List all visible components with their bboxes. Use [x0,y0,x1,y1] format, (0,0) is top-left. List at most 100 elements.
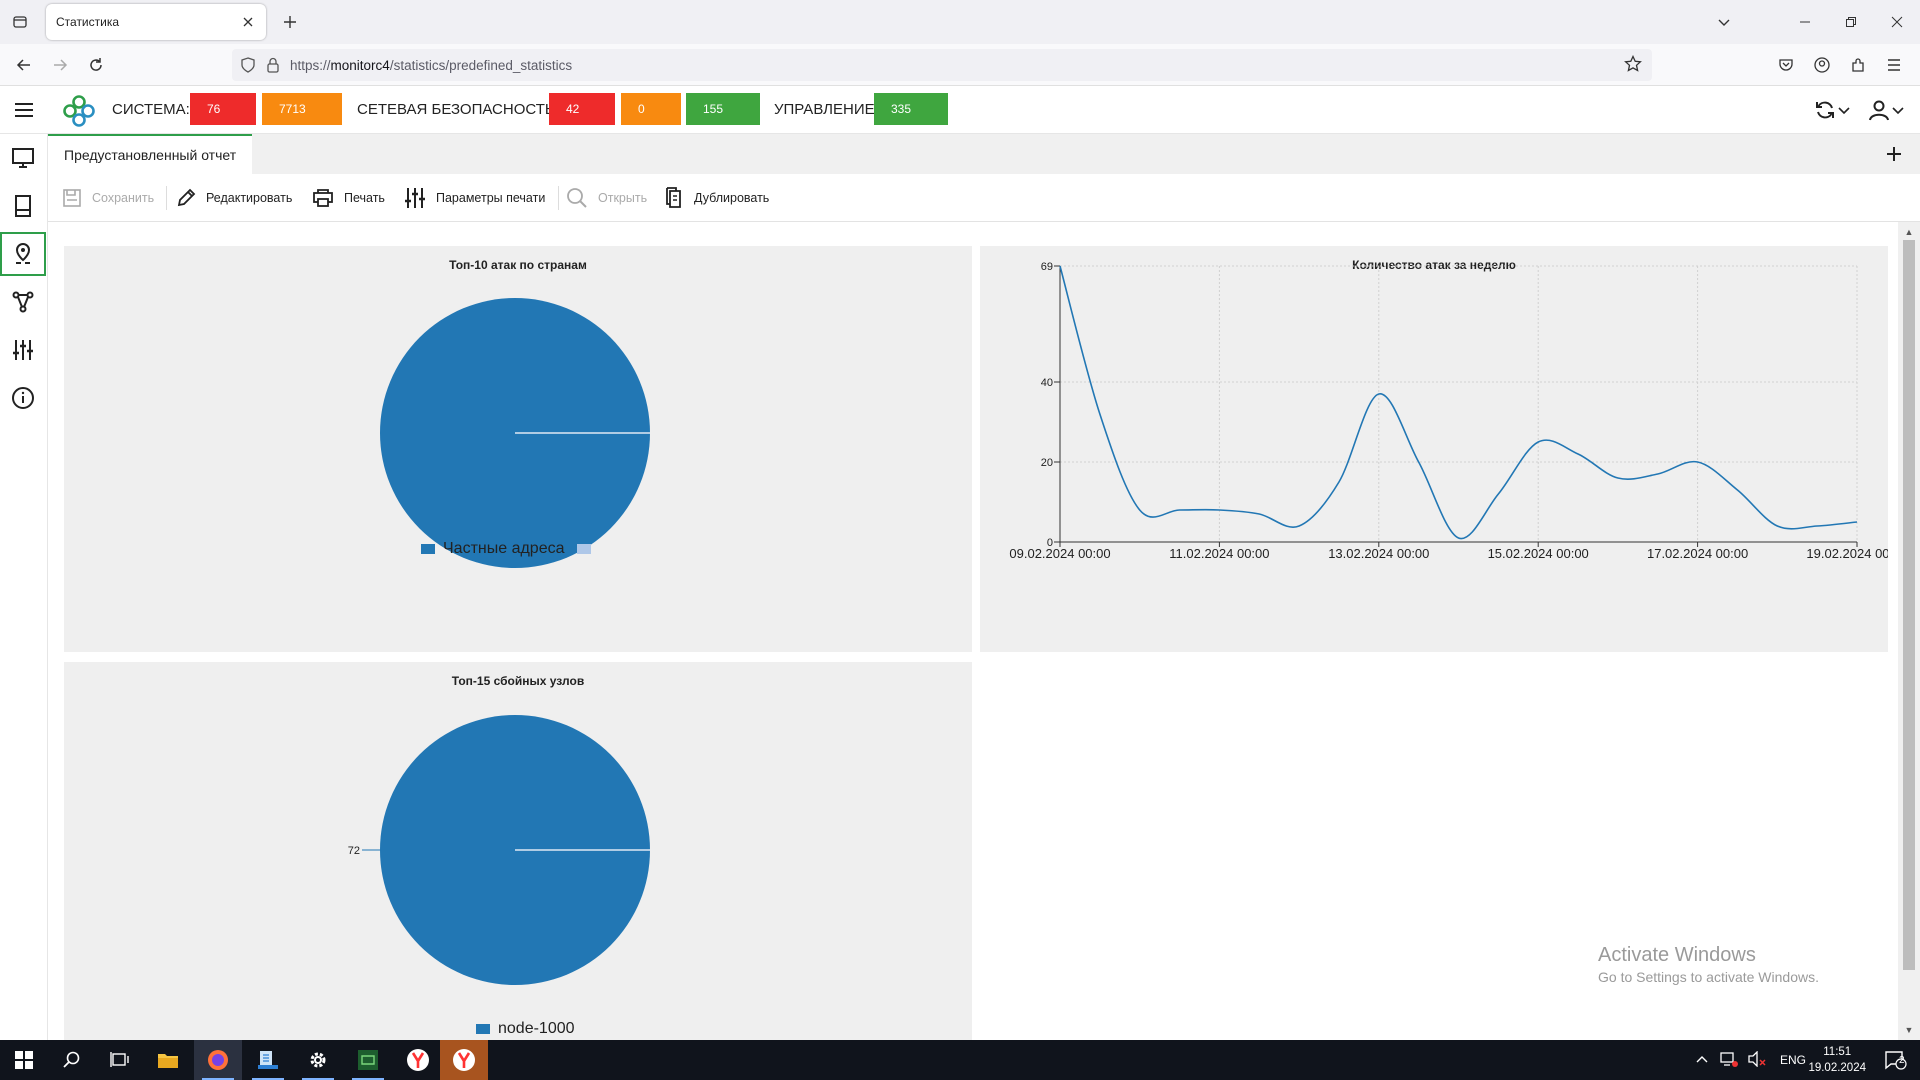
pie-chart-nodes: 72 [348,715,650,985]
extensions-icon[interactable] [1846,53,1870,77]
open-label: Открыть [598,191,648,205]
watermark-subtitle: Go to Settings to activate Windows. [1598,969,1819,985]
yandex-app-icon[interactable] [440,1040,488,1080]
pocket-icon[interactable] [1774,53,1798,77]
chart-legend: node-1000 [476,1020,575,1038]
control-ok-badge[interactable]: 335 [874,93,948,125]
x-tick-label: 13.02.2024 00:00 [1328,546,1429,561]
scroll-down-icon[interactable]: ▼ [1903,1024,1915,1036]
browser-tab[interactable]: Статистика [46,4,266,40]
network-icon [12,291,34,313]
add-tab-icon[interactable] [1882,142,1906,166]
url-bar[interactable]: https://monitorc4/statistics/predefined_… [232,49,1652,81]
language-indicator[interactable]: ENG [1780,1053,1806,1067]
bookmark-star-icon[interactable] [1624,54,1642,76]
chart-panel-nodes: Топ-15 сбойных узлов 72 node-1000 [64,662,972,1040]
user-icon [1869,100,1889,121]
close-tab-icon[interactable] [240,14,256,30]
edit-button[interactable]: Редактировать [176,184,292,212]
pie-value-label: 72 [348,845,360,857]
scroll-up-icon[interactable]: ▲ [1903,226,1915,238]
vertical-scrollbar[interactable]: ▲ ▼ [1898,222,1920,1040]
printer-icon [313,189,333,207]
notification-count: 2 [1899,1055,1905,1066]
sistema-label: СИСТЕМА: [112,101,190,118]
netsec-critical-badge[interactable]: 42 [549,93,615,125]
restore-icon[interactable] [1828,0,1874,44]
legend-label: Частные адреса [443,540,565,557]
shield-icon [241,57,255,73]
system-tray: ENG [1696,1040,1806,1080]
duplicate-button[interactable]: Дублировать [664,184,769,212]
tab-predefined-report[interactable]: Предустановленный отчет [48,134,253,174]
taskbar-clock[interactable]: 11:51 19.02.2024 [1808,1044,1866,1076]
legend-swatch [421,544,435,554]
scrollbar-thumb[interactable] [1903,240,1915,970]
menu-icon[interactable] [1882,53,1906,77]
sidebar-item-network[interactable] [0,280,46,324]
sidebar-item-statistics[interactable] [0,232,46,276]
save-button[interactable]: Сохранить [62,184,154,212]
sliders-icon [13,340,33,360]
sliders-icon [405,188,425,208]
refresh-button[interactable] [1810,96,1854,124]
network-status-icon[interactable] [1720,1051,1738,1070]
minimize-icon[interactable] [1782,0,1828,44]
legend-swatch [476,1024,490,1034]
chart-legend: Частные адреса [421,540,591,558]
account-icon[interactable] [1810,53,1834,77]
legend-label: node-1000 [498,1020,575,1037]
browser-navbar: https://monitorc4/statistics/predefined_… [0,44,1920,86]
legend-swatch [576,544,591,554]
x-tick-label: 15.02.2024 00:00 [1488,546,1589,561]
duplicate-label: Дублировать [694,191,770,205]
new-tab-icon[interactable] [278,10,302,34]
hamburger-menu-icon[interactable] [12,98,36,122]
browser-tab-title: Статистика [56,15,120,29]
sidebar-item-info[interactable] [0,376,46,420]
x-tick-label: 17.02.2024 00:00 [1647,546,1748,561]
settings-icon[interactable] [294,1040,342,1080]
chevron-up-icon[interactable] [1696,1053,1708,1067]
netsec-ok-badge[interactable]: 155 [686,93,760,125]
back-icon[interactable] [12,53,36,77]
task-view-icon[interactable] [96,1040,144,1080]
clock-date: 19.02.2024 [1808,1062,1866,1074]
sistema-warning-badge[interactable]: 7713 [262,93,342,125]
windows-start-icon[interactable] [0,1040,48,1080]
pencil-icon [177,188,196,207]
open-button[interactable]: Открыть [566,184,647,212]
report-content: Топ-10 атак по странам Частные адреса Ко… [48,222,1898,1040]
reload-icon[interactable] [84,53,108,77]
user-menu-button[interactable] [1864,96,1908,124]
sidebar-item-monitor[interactable] [0,136,46,180]
sidebar-item-settings[interactable] [0,328,46,372]
sistema-critical-badge[interactable]: 76 [190,93,256,125]
document-tabs: Предустановленный отчет [48,134,1920,174]
print-params-button[interactable]: Параметры печати [404,184,545,212]
notifications-icon[interactable]: 2 [1872,1040,1920,1080]
terminal-app-icon[interactable] [344,1040,392,1080]
chevron-down-icon[interactable] [1712,10,1736,34]
y-tick-label: 40 [1041,377,1053,389]
pie-chart-countries [380,298,650,568]
sidebar-item-reports[interactable] [0,184,46,228]
file-explorer-icon[interactable] [144,1040,192,1080]
volume-muted-icon[interactable] [1748,1049,1766,1070]
netsec-warning-badge[interactable]: 0 [621,93,681,125]
print-button[interactable]: Печать [312,184,385,212]
x-tick-label: 19.02.2024 00:00 [1806,546,1888,561]
watermark-title: Activate Windows [1598,944,1756,966]
firefox-taskbar-icon[interactable] [194,1040,242,1080]
control-label: УПРАВЛЕНИЕ: [774,101,879,118]
search-icon[interactable] [48,1040,96,1080]
chevron-down-icon [1838,107,1850,115]
left-sidebar [0,134,48,1040]
close-window-icon[interactable] [1874,0,1920,44]
yandex-browser-icon[interactable] [394,1040,442,1080]
app-taskbar-icon[interactable] [244,1040,292,1080]
forward-icon[interactable] [48,53,72,77]
tab-list-icon[interactable] [8,10,32,34]
refresh-icon [1816,101,1834,119]
print-label: Печать [344,191,385,205]
